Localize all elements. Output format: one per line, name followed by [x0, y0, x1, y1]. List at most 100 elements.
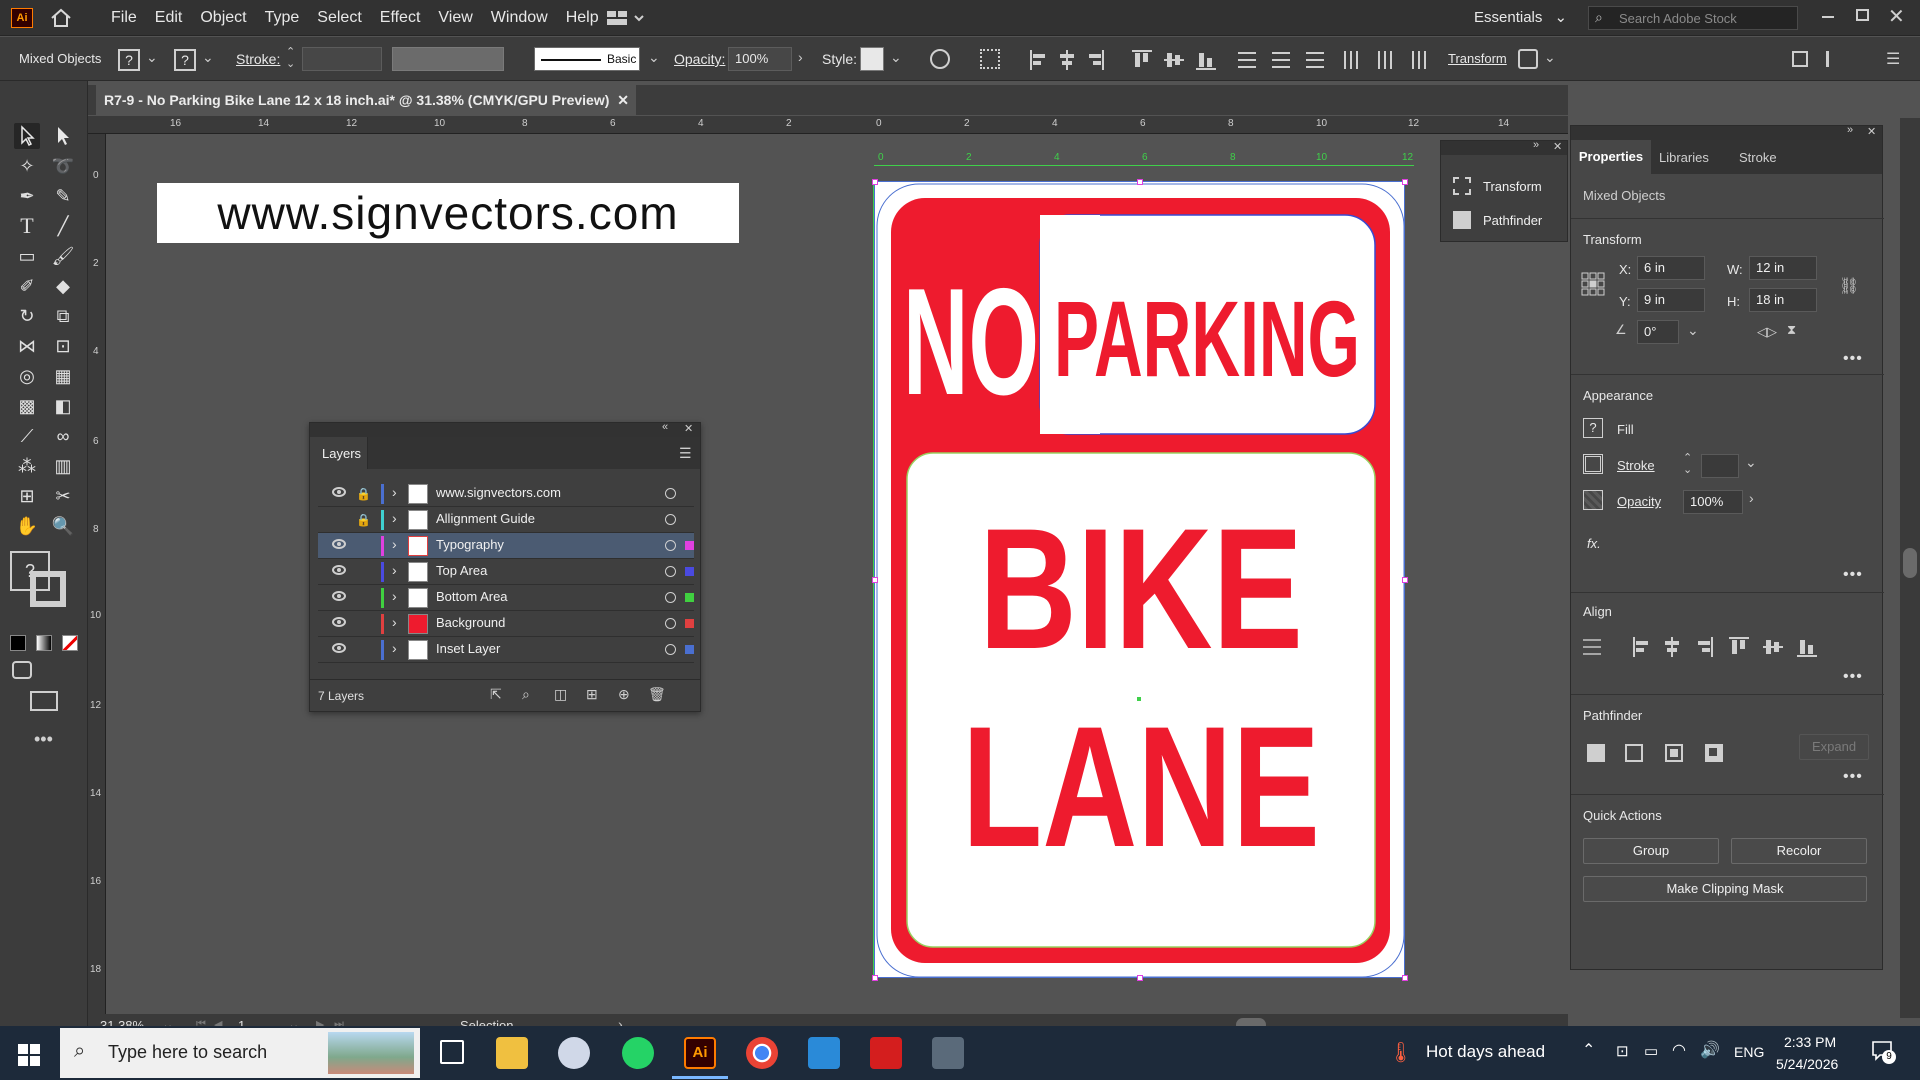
close-icon[interactable]: ✕: [1888, 4, 1905, 29]
sign-artwork[interactable]: NO PARKING BIKE LANE: [875, 182, 1406, 979]
stroke-label[interactable]: Stroke: [1617, 458, 1655, 473]
taskbar-search[interactable]: ⌕ Type here to search: [60, 1028, 420, 1078]
menu-edit[interactable]: Edit: [146, 0, 192, 36]
vscode-icon[interactable]: [808, 1037, 840, 1069]
expand-button[interactable]: Expand: [1799, 734, 1869, 760]
stroke-weight-stepper[interactable]: ⌃ ⌄: [1683, 452, 1692, 476]
distribute-icon[interactable]: [1826, 51, 1844, 67]
direct-selection-tool-icon[interactable]: [50, 123, 76, 149]
pathfinder-minus-front-icon[interactable]: [1625, 744, 1643, 762]
acrobat-icon[interactable]: [870, 1037, 902, 1069]
selection-handle[interactable]: [1402, 975, 1408, 981]
new-layer-icon[interactable]: ⊕: [618, 686, 630, 703]
flip-horizontal-icon[interactable]: ◁▷: [1757, 324, 1777, 340]
workspace-switcher[interactable]: Essentials ⌄: [1474, 8, 1567, 26]
close-panel-icon[interactable]: ✕: [1867, 125, 1876, 138]
menu-effect[interactable]: Effect: [371, 0, 430, 36]
weather-text[interactable]: Hot days ahead: [1426, 1042, 1545, 1062]
locate-object-icon[interactable]: ⌕: [522, 686, 530, 703]
selection-tool-icon[interactable]: [14, 123, 40, 149]
collapse-icon[interactable]: «: [662, 421, 668, 433]
chevron-right-icon[interactable]: ›: [1749, 490, 1754, 506]
layer-row-selected[interactable]: › Typography: [318, 533, 694, 559]
align-objects-buttons[interactable]: [1583, 636, 1863, 658]
create-sublayer-icon[interactable]: ⊞: [586, 686, 598, 703]
make-clipping-mask-button[interactable]: Make Clipping Mask: [1583, 876, 1867, 902]
rotate-angle-icon[interactable]: ∠: [1615, 322, 1627, 338]
type-tool-icon[interactable]: T: [14, 213, 40, 239]
curvature-tool-icon[interactable]: ✎: [50, 183, 76, 209]
more-tools-icon[interactable]: •••: [34, 729, 53, 750]
selection-handle[interactable]: [872, 179, 878, 185]
chevron-up-icon[interactable]: ⌃: [1582, 1040, 1595, 1060]
menu-view[interactable]: View: [429, 0, 481, 36]
visibility-eye-icon[interactable]: [332, 617, 346, 627]
menu-window[interactable]: Window: [482, 0, 557, 36]
visibility-eye-icon[interactable]: [332, 487, 346, 497]
selection-handle[interactable]: [872, 577, 878, 583]
symbol-sprayer-tool-icon[interactable]: ⁂: [14, 453, 40, 479]
illustrator-logo[interactable]: Ai: [11, 8, 33, 28]
weather-icon[interactable]: 🌡: [1388, 1040, 1413, 1065]
opacity-label[interactable]: Opacity:: [674, 51, 725, 67]
lock-icon[interactable]: 🔒: [356, 487, 371, 501]
scroll-thumb[interactable]: [1903, 548, 1917, 578]
rectangle-tool-icon[interactable]: ▭: [14, 243, 40, 269]
layers-tab[interactable]: Layers: [310, 437, 368, 469]
fill-swatch[interactable]: ?: [1583, 418, 1603, 438]
stroke-label[interactable]: Stroke:: [236, 51, 280, 67]
slice-tool-icon[interactable]: ✂: [50, 483, 76, 509]
calculator-icon[interactable]: [932, 1037, 964, 1069]
puppet-warp-icon[interactable]: [1518, 49, 1538, 69]
arrange-documents-icon[interactable]: [606, 10, 646, 26]
scale-tool-icon[interactable]: ⧉: [50, 303, 76, 329]
expand-icon[interactable]: »: [1533, 139, 1539, 151]
battery-icon[interactable]: ▭: [1644, 1042, 1658, 1060]
width-tool-icon[interactable]: ⋈: [14, 333, 40, 359]
target-circle-icon[interactable]: [665, 540, 676, 551]
selection-handle[interactable]: [1402, 577, 1408, 583]
pathfinder-exclude-icon[interactable]: [1705, 744, 1723, 762]
transform-panel-button[interactable]: Transform: [1453, 177, 1563, 199]
chevron-down-icon[interactable]: ⌄: [146, 49, 158, 66]
stroke-weight-field[interactable]: [302, 47, 382, 71]
tab-libraries[interactable]: Libraries: [1659, 150, 1709, 165]
stroke-swatch[interactable]: ?: [174, 49, 196, 71]
y-field[interactable]: 9 in: [1637, 288, 1705, 312]
layer-row[interactable]: › Background: [318, 611, 694, 637]
selection-indicator[interactable]: [685, 619, 694, 628]
chevron-right-icon[interactable]: ›: [392, 588, 397, 604]
visibility-eye-icon[interactable]: [332, 565, 346, 575]
chevron-down-icon[interactable]: ⌄: [202, 49, 214, 66]
chevron-right-icon[interactable]: ›: [392, 614, 397, 630]
tab-properties[interactable]: Properties: [1571, 140, 1651, 174]
chevron-down-icon[interactable]: ⌄: [1687, 322, 1699, 339]
align-to-icon[interactable]: [980, 49, 1000, 69]
graph-tool-icon[interactable]: ▥: [50, 453, 76, 479]
target-circle-icon[interactable]: [665, 644, 676, 655]
gradient-tool-icon[interactable]: ◧: [50, 393, 76, 419]
visibility-eye-icon[interactable]: [332, 643, 346, 653]
eraser-tool-icon[interactable]: ◆: [50, 273, 76, 299]
task-view-icon[interactable]: [440, 1040, 464, 1064]
stock-search[interactable]: ⌕ Search Adobe Stock: [1588, 6, 1798, 30]
restore-icon[interactable]: [1856, 9, 1869, 21]
free-transform-tool-icon[interactable]: ⊡: [50, 333, 76, 359]
opacity-field[interactable]: 100%: [728, 47, 792, 71]
opacity-field[interactable]: 100%: [1683, 490, 1743, 514]
target-circle-icon[interactable]: [665, 514, 676, 525]
layer-row[interactable]: › Bottom Area: [318, 585, 694, 611]
reference-point-icon[interactable]: [1581, 272, 1605, 296]
more-options-icon[interactable]: •••: [1843, 350, 1863, 368]
menu-object[interactable]: Object: [191, 0, 255, 36]
chevron-right-icon[interactable]: ›: [392, 484, 397, 500]
fill-swatch[interactable]: ?: [118, 49, 140, 71]
whatsapp-icon[interactable]: [622, 1037, 654, 1069]
chevron-down-icon[interactable]: ⌄: [648, 49, 660, 66]
draw-mode-icon[interactable]: [12, 661, 32, 679]
transform-link[interactable]: Transform: [1448, 51, 1507, 66]
artboard-tool-icon[interactable]: ⊞: [14, 483, 40, 509]
minimize-icon[interactable]: [1822, 16, 1834, 18]
target-circle-icon[interactable]: [665, 488, 676, 499]
mesh-tool-icon[interactable]: ▩: [14, 393, 40, 419]
